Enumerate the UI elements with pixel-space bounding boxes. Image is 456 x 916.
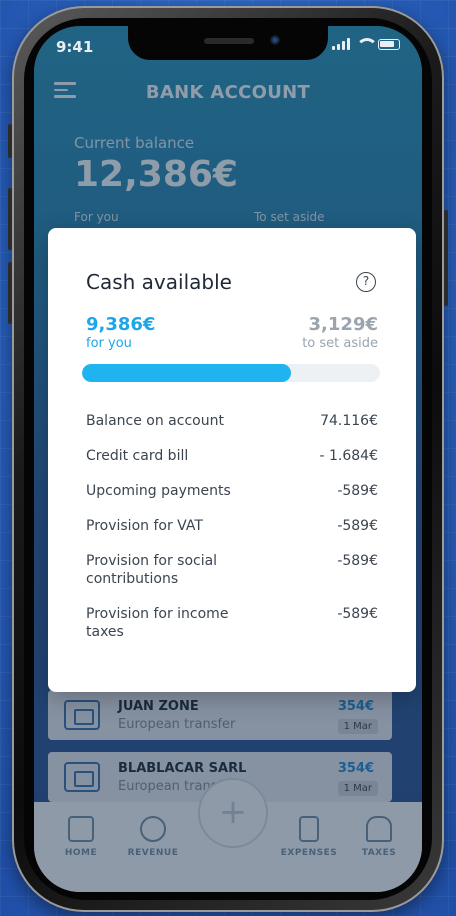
- cash-progress-fill: [82, 364, 291, 382]
- notch: [128, 26, 328, 60]
- phone-screen: 9:41 BANK ACCOUNT Current balance 12,386…: [34, 26, 422, 892]
- volume-up-button: [8, 188, 12, 250]
- cash-available-modal: Cash available ? 9,386€ for you 3,129€ t…: [48, 228, 416, 692]
- help-icon[interactable]: ?: [356, 272, 376, 292]
- power-button: [444, 210, 448, 306]
- row-label: Upcoming payments: [86, 483, 231, 499]
- row-value: 74.116€: [320, 413, 378, 429]
- row-value: -589€: [337, 553, 378, 569]
- row-label: Provision for income taxes: [86, 606, 229, 640]
- row-value: -589€: [337, 518, 378, 534]
- mute-switch: [8, 124, 12, 158]
- row-label: Credit card bill: [86, 448, 189, 464]
- set-aside-caption: to set aside: [302, 336, 378, 351]
- wifi-icon: [356, 38, 378, 50]
- for-you-amount: 9,386€: [86, 314, 156, 335]
- cash-progress-bar: [82, 364, 380, 382]
- row-label: Balance on account: [86, 413, 224, 429]
- for-you-caption: for you: [86, 336, 132, 351]
- status-time: 9:41: [56, 38, 94, 56]
- row-value: - 1.684€: [319, 448, 379, 464]
- speaker: [204, 38, 254, 44]
- modal-title: Cash available: [86, 270, 232, 294]
- set-aside-amount: 3,129€: [308, 314, 378, 335]
- row-value: -589€: [337, 606, 378, 622]
- row-value: -589€: [337, 483, 378, 499]
- camera-icon: [270, 35, 280, 45]
- row-label: Provision for VAT: [86, 518, 203, 534]
- battery-icon: [378, 38, 400, 50]
- status-icons: [332, 38, 400, 50]
- volume-down-button: [8, 262, 12, 324]
- signal-icon: [332, 38, 350, 50]
- row-label: Provision for social contributions: [86, 553, 218, 587]
